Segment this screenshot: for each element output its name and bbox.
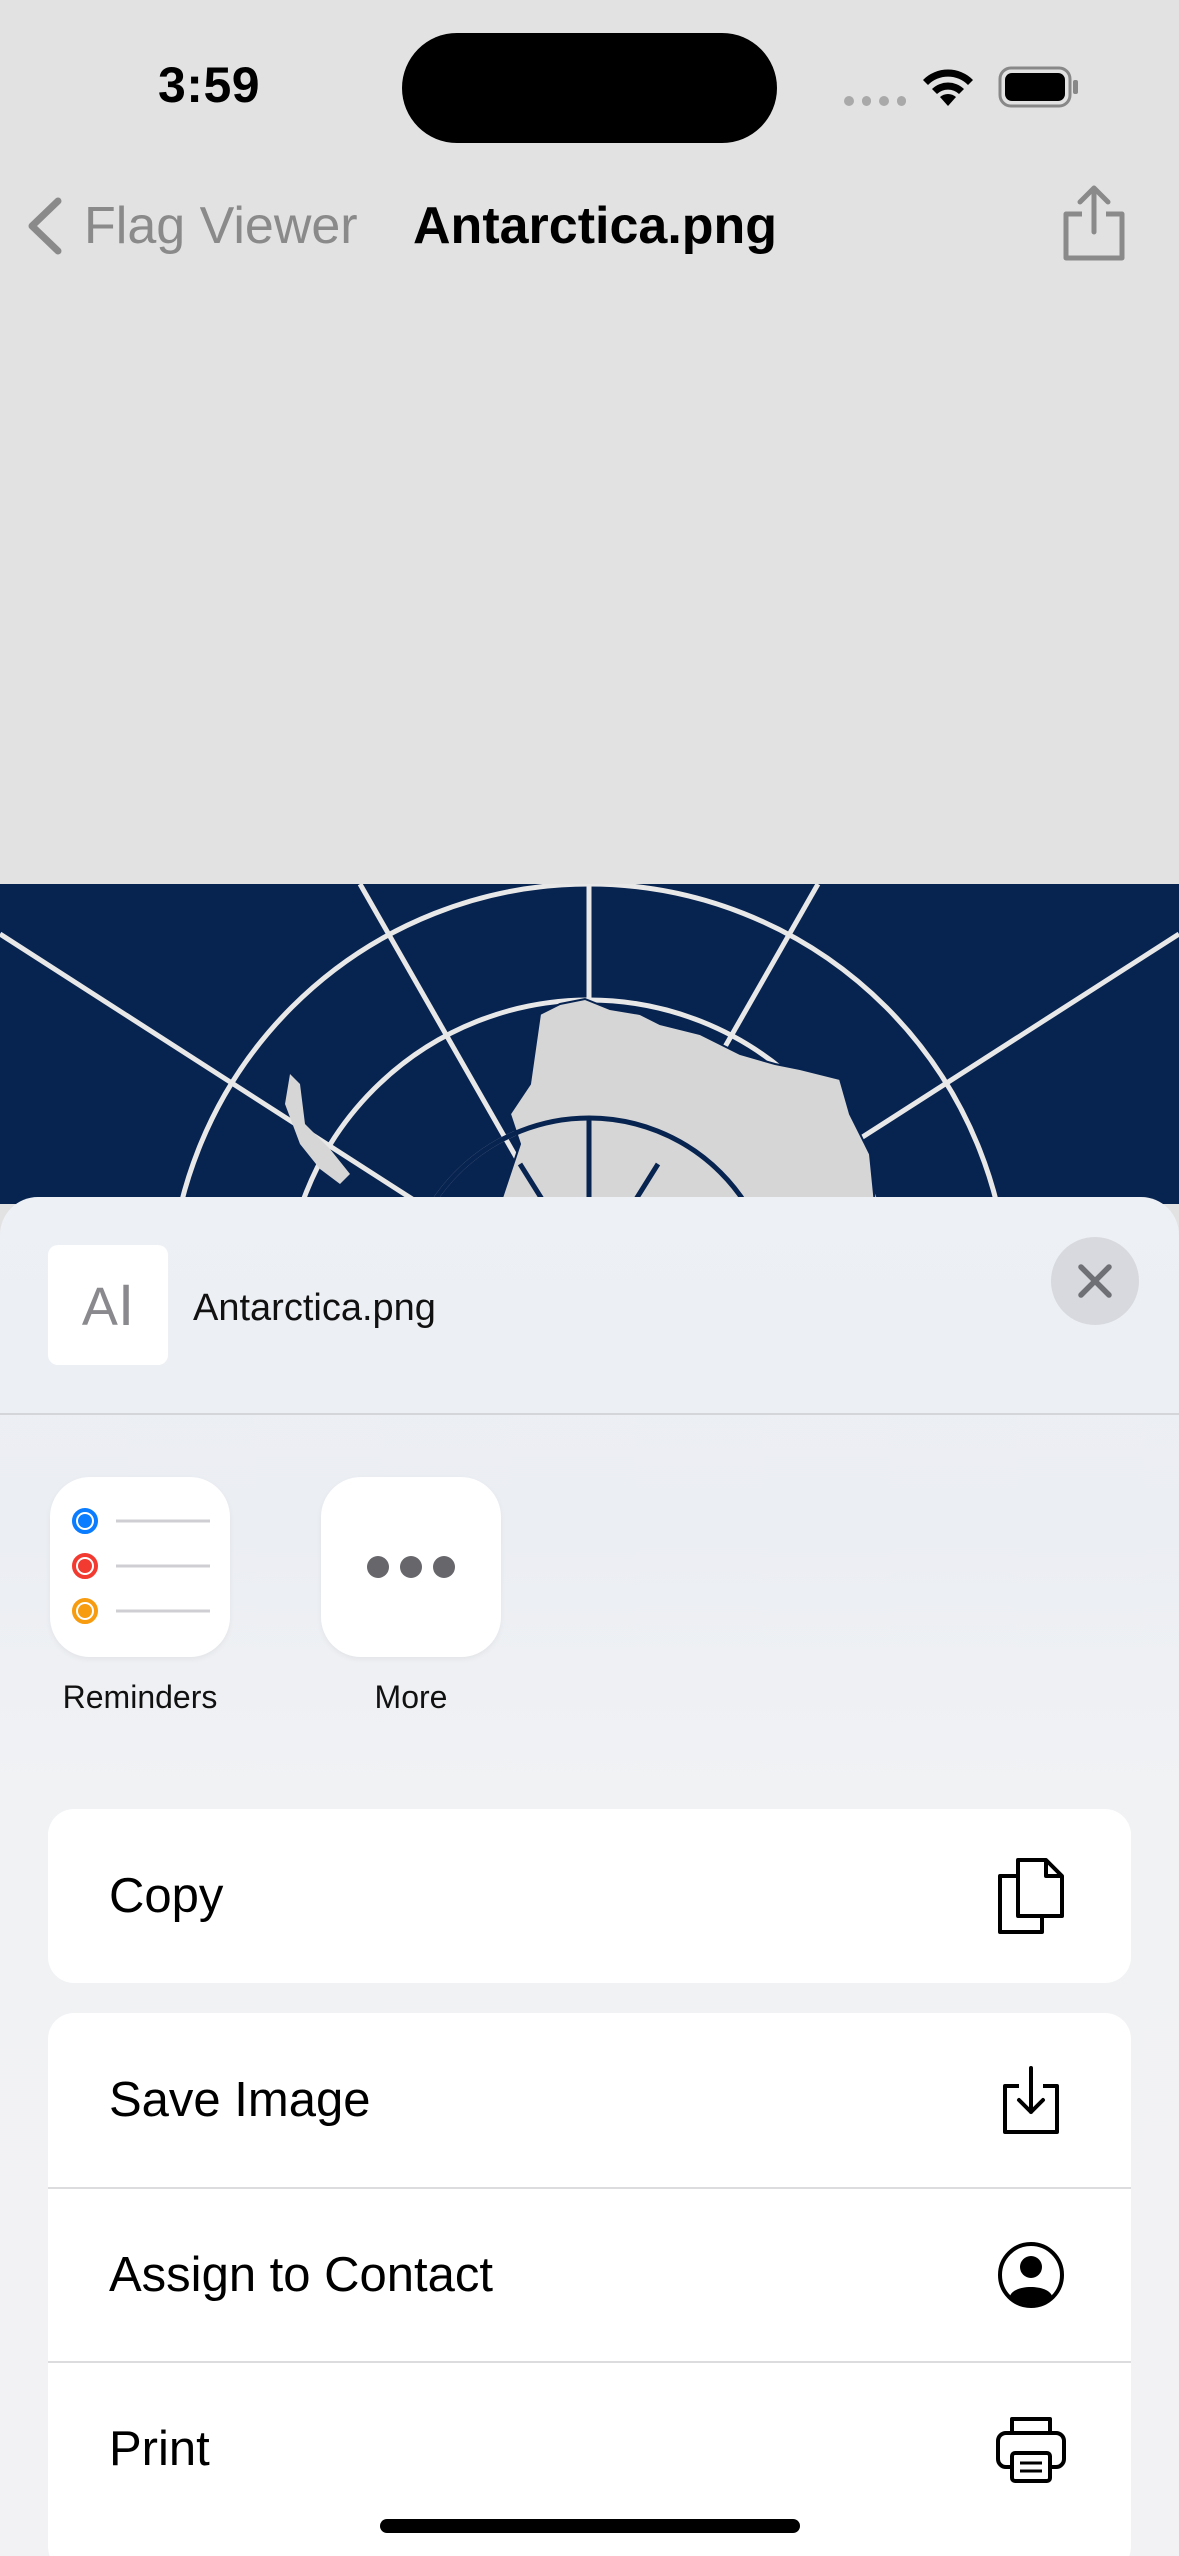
ellipsis-icon: [367, 1556, 455, 1578]
close-button[interactable]: [1051, 1237, 1139, 1325]
text-document-icon: AI: [81, 1272, 135, 1338]
more-icon: [321, 1477, 501, 1657]
app-label: Reminders: [62, 1679, 218, 1715]
app-more[interactable]: More: [321, 1477, 501, 1716]
file-thumbnail: AI: [48, 1245, 168, 1365]
action-label: Copy: [109, 1869, 224, 1923]
action-copy[interactable]: Copy: [48, 1809, 1131, 1983]
flag-image: [0, 884, 1179, 1204]
home-indicator[interactable]: [380, 2519, 800, 2533]
action-save-image[interactable]: Save Image: [48, 2013, 1131, 2187]
page-title: Antarctica.png: [413, 197, 778, 255]
status-time: 3:59: [158, 57, 261, 113]
action-group-main: Save Image Assign to Contact Print: [48, 2013, 1131, 2556]
action-label: Assign to Contact: [109, 2248, 494, 2302]
action-group-copy: Copy: [48, 1809, 1131, 1983]
action-print[interactable]: Print: [48, 2361, 1131, 2535]
thumb-glyph: A: [81, 1276, 118, 1337]
action-assign-to-contact[interactable]: Assign to Contact: [48, 2187, 1131, 2361]
share-sheet: AI Antarctica.png Reminders More Copy Sa…: [0, 1197, 1179, 2556]
antarctica-flag-emblem: [0, 884, 1179, 1204]
printer-icon: [993, 2411, 1069, 2487]
share-icon[interactable]: [1058, 182, 1130, 262]
cellular-signal-icon: [844, 96, 906, 108]
share-sheet-header: AI Antarctica.png: [0, 1197, 1179, 1415]
save-image-icon: [993, 2062, 1069, 2138]
back-button-label: Flag Viewer: [84, 197, 358, 255]
back-button[interactable]: Flag Viewer: [26, 196, 358, 256]
app-reminders[interactable]: Reminders: [50, 1477, 230, 1716]
battery-icon: [998, 66, 1078, 108]
wifi-icon: [923, 69, 973, 106]
reminders-list-graphic: [72, 1508, 210, 1624]
chevron-left-icon: [28, 197, 62, 255]
close-icon: [1078, 1264, 1112, 1298]
dynamic-island: [402, 33, 777, 143]
action-label: Save Image: [109, 2073, 371, 2127]
action-label: Print: [109, 2422, 210, 2476]
reminders-icon: [50, 1477, 230, 1657]
file-name: Antarctica.png: [193, 1287, 436, 1329]
copy-icon: [993, 1858, 1069, 1934]
person-circle-icon: [993, 2237, 1069, 2313]
app-label: More: [374, 1679, 448, 1715]
